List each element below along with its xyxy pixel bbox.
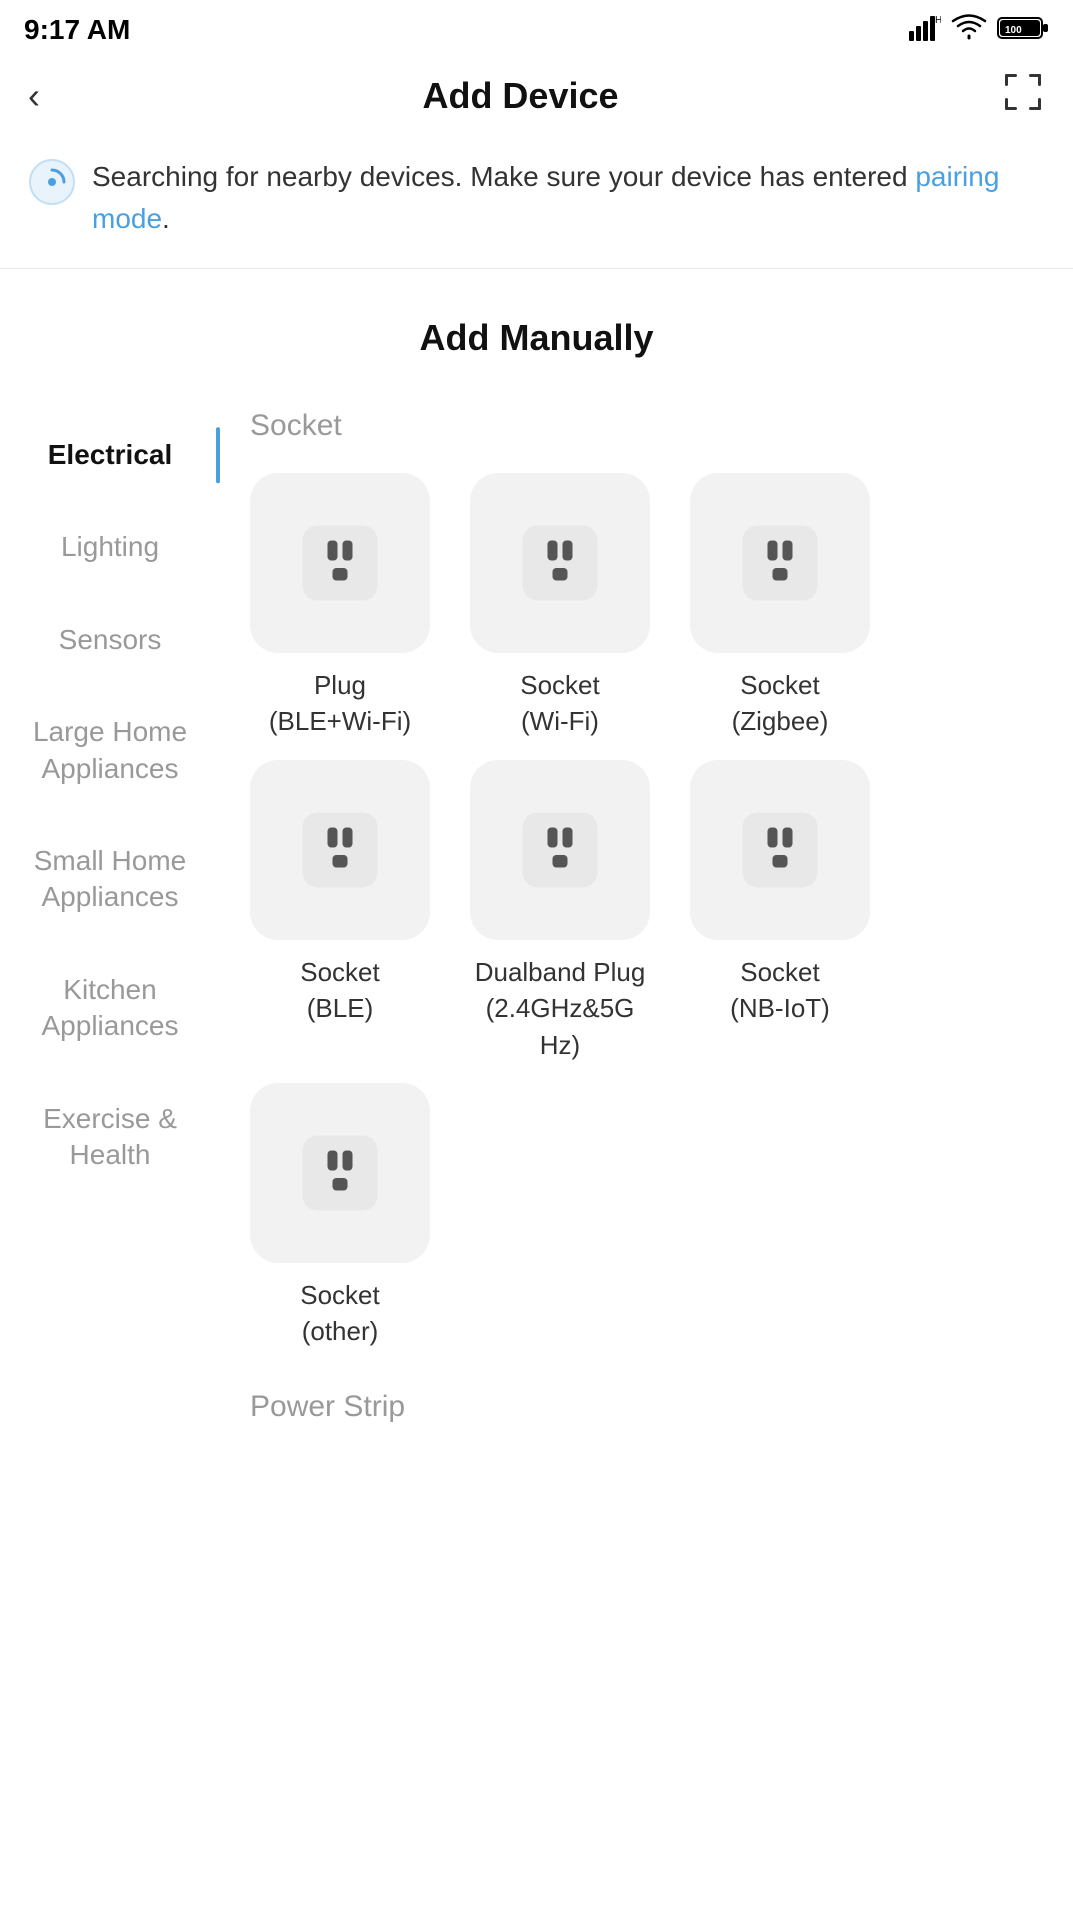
plug-ble-wifi-label: Plug(BLE+Wi-Fi) bbox=[269, 667, 411, 740]
power-strip-section-header: Power Strip bbox=[230, 1380, 1053, 1434]
socket-other-icon-box bbox=[250, 1083, 430, 1263]
device-socket-ble[interactable]: Socket(BLE) bbox=[240, 760, 440, 1063]
status-bar: 9:17 AM HD 100 bbox=[0, 0, 1073, 56]
device-socket-zigbee[interactable]: Socket(Zigbee) bbox=[680, 473, 880, 740]
socket-nbiot-label: Socket(NB-IoT) bbox=[730, 954, 830, 1027]
sidebar-item-kitchen[interactable]: Kitchen Appliances bbox=[0, 944, 220, 1073]
sidebar-item-electrical[interactable]: Electrical bbox=[0, 409, 220, 501]
socket-ble-icon-box bbox=[250, 760, 430, 940]
content-layout: Electrical Lighting Sensors Large Home A… bbox=[0, 389, 1073, 1444]
socket-ble-label: Socket(BLE) bbox=[300, 954, 380, 1027]
right-content: Socket Plug(BLE+Wi-Fi) bbox=[220, 389, 1073, 1444]
socket-wifi-label: Socket(Wi-Fi) bbox=[520, 667, 600, 740]
device-socket-other[interactable]: Socket(other) bbox=[240, 1083, 440, 1350]
device-grid: Plug(BLE+Wi-Fi) Socket(Wi-Fi) bbox=[230, 463, 1053, 1380]
add-manually-title: Add Manually bbox=[0, 277, 1073, 389]
socket-nbiot-icon-box bbox=[690, 760, 870, 940]
socket-zigbee-label: Socket(Zigbee) bbox=[732, 667, 829, 740]
sidebar: Electrical Lighting Sensors Large Home A… bbox=[0, 389, 220, 1444]
socket-wifi-icon-box bbox=[470, 473, 650, 653]
sidebar-item-large-home[interactable]: Large Home Appliances bbox=[0, 686, 220, 815]
status-time: 9:17 AM bbox=[24, 14, 130, 46]
divider bbox=[0, 268, 1073, 269]
sidebar-item-lighting[interactable]: Lighting bbox=[0, 501, 220, 593]
device-plug-ble-wifi[interactable]: Plug(BLE+Wi-Fi) bbox=[240, 473, 440, 740]
device-dualband-plug[interactable]: Dualband Plug(2.4GHz&5GHz) bbox=[460, 760, 660, 1063]
svg-text:HD: HD bbox=[935, 15, 941, 26]
socket-section-header: Socket bbox=[230, 399, 1053, 463]
socket-zigbee-icon-box bbox=[690, 473, 870, 653]
battery-icon: 100 bbox=[997, 15, 1049, 46]
notice-text: Searching for nearby devices. Make sure … bbox=[92, 156, 1045, 240]
back-button[interactable]: ‹ bbox=[28, 75, 40, 117]
top-nav: ‹ Add Device bbox=[0, 56, 1073, 136]
searching-icon bbox=[28, 158, 76, 206]
sidebar-item-small-home[interactable]: Small Home Appliances bbox=[0, 815, 220, 944]
sidebar-item-sensors[interactable]: Sensors bbox=[0, 594, 220, 686]
dualband-plug-label: Dualband Plug(2.4GHz&5GHz) bbox=[475, 954, 646, 1063]
scan-icon[interactable] bbox=[1001, 70, 1045, 123]
signal-icon: HD bbox=[909, 13, 941, 47]
socket-other-label: Socket(other) bbox=[300, 1277, 380, 1350]
page-title: Add Device bbox=[422, 75, 618, 117]
plug-ble-wifi-icon-box bbox=[250, 473, 430, 653]
wifi-icon bbox=[951, 14, 987, 47]
svg-text:100: 100 bbox=[1005, 25, 1022, 36]
dualband-plug-icon-box bbox=[470, 760, 650, 940]
sidebar-item-exercise[interactable]: Exercise & Health bbox=[0, 1073, 220, 1202]
device-socket-nbiot[interactable]: Socket(NB-IoT) bbox=[680, 760, 880, 1063]
status-icons: HD 100 bbox=[909, 13, 1049, 47]
device-socket-wifi[interactable]: Socket(Wi-Fi) bbox=[460, 473, 660, 740]
notice-bar: Searching for nearby devices. Make sure … bbox=[0, 136, 1073, 260]
